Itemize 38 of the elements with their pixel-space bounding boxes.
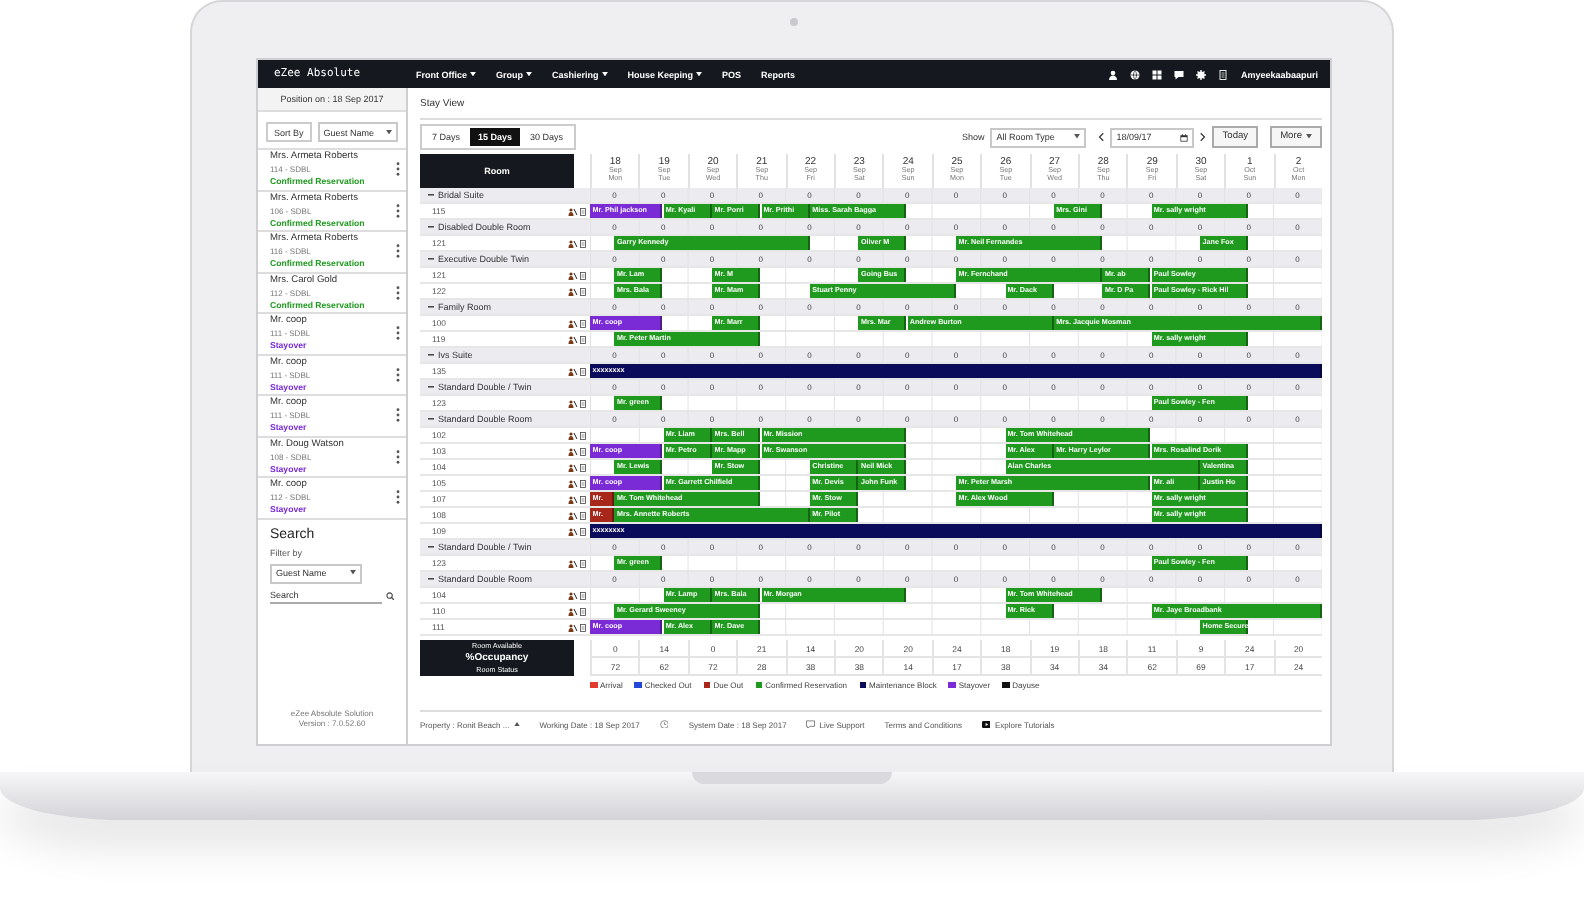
play-icon xyxy=(981,719,991,729)
grid-icon[interactable] xyxy=(1152,69,1163,79)
caret-up-icon[interactable] xyxy=(513,721,520,727)
document-icon[interactable] xyxy=(1218,69,1229,79)
clock-icon xyxy=(659,719,669,729)
housekeeping-icon xyxy=(568,591,578,599)
caret-icon xyxy=(1306,134,1312,140)
housekeeping-icon xyxy=(568,607,578,615)
housekeeping-icon xyxy=(568,511,578,519)
chat-icon xyxy=(806,719,816,729)
calendar-icon[interactable] xyxy=(1180,133,1189,141)
settings-icon[interactable] xyxy=(1196,69,1207,79)
previous-icon[interactable] xyxy=(1098,132,1105,142)
globe-icon[interactable] xyxy=(1130,69,1141,79)
housekeeping-icon xyxy=(568,527,578,535)
caret-icon xyxy=(386,129,392,135)
housekeeping-icon xyxy=(568,479,578,487)
housekeeping-icon xyxy=(568,623,578,631)
search-icon[interactable] xyxy=(385,591,394,601)
housekeeping-icon xyxy=(568,559,578,567)
housekeeping-icon xyxy=(568,463,578,471)
housekeeping-icon xyxy=(568,367,578,375)
housekeeping-icon xyxy=(568,495,578,503)
user-icon[interactable] xyxy=(1108,69,1119,79)
housekeeping-icon xyxy=(568,271,578,279)
housekeeping-icon xyxy=(568,239,578,247)
caret-icon xyxy=(350,570,356,576)
next-icon[interactable] xyxy=(1200,132,1207,142)
housekeeping-icon xyxy=(568,431,578,439)
housekeeping-icon xyxy=(568,207,578,215)
housekeeping-icon xyxy=(568,399,578,407)
housekeeping-icon xyxy=(568,319,578,327)
chat-icon[interactable] xyxy=(1174,69,1185,79)
housekeeping-icon xyxy=(568,335,578,343)
housekeeping-icon xyxy=(568,447,578,455)
housekeeping-icon xyxy=(568,287,578,295)
caret-icon xyxy=(1074,134,1081,140)
camera-icon xyxy=(790,18,798,26)
